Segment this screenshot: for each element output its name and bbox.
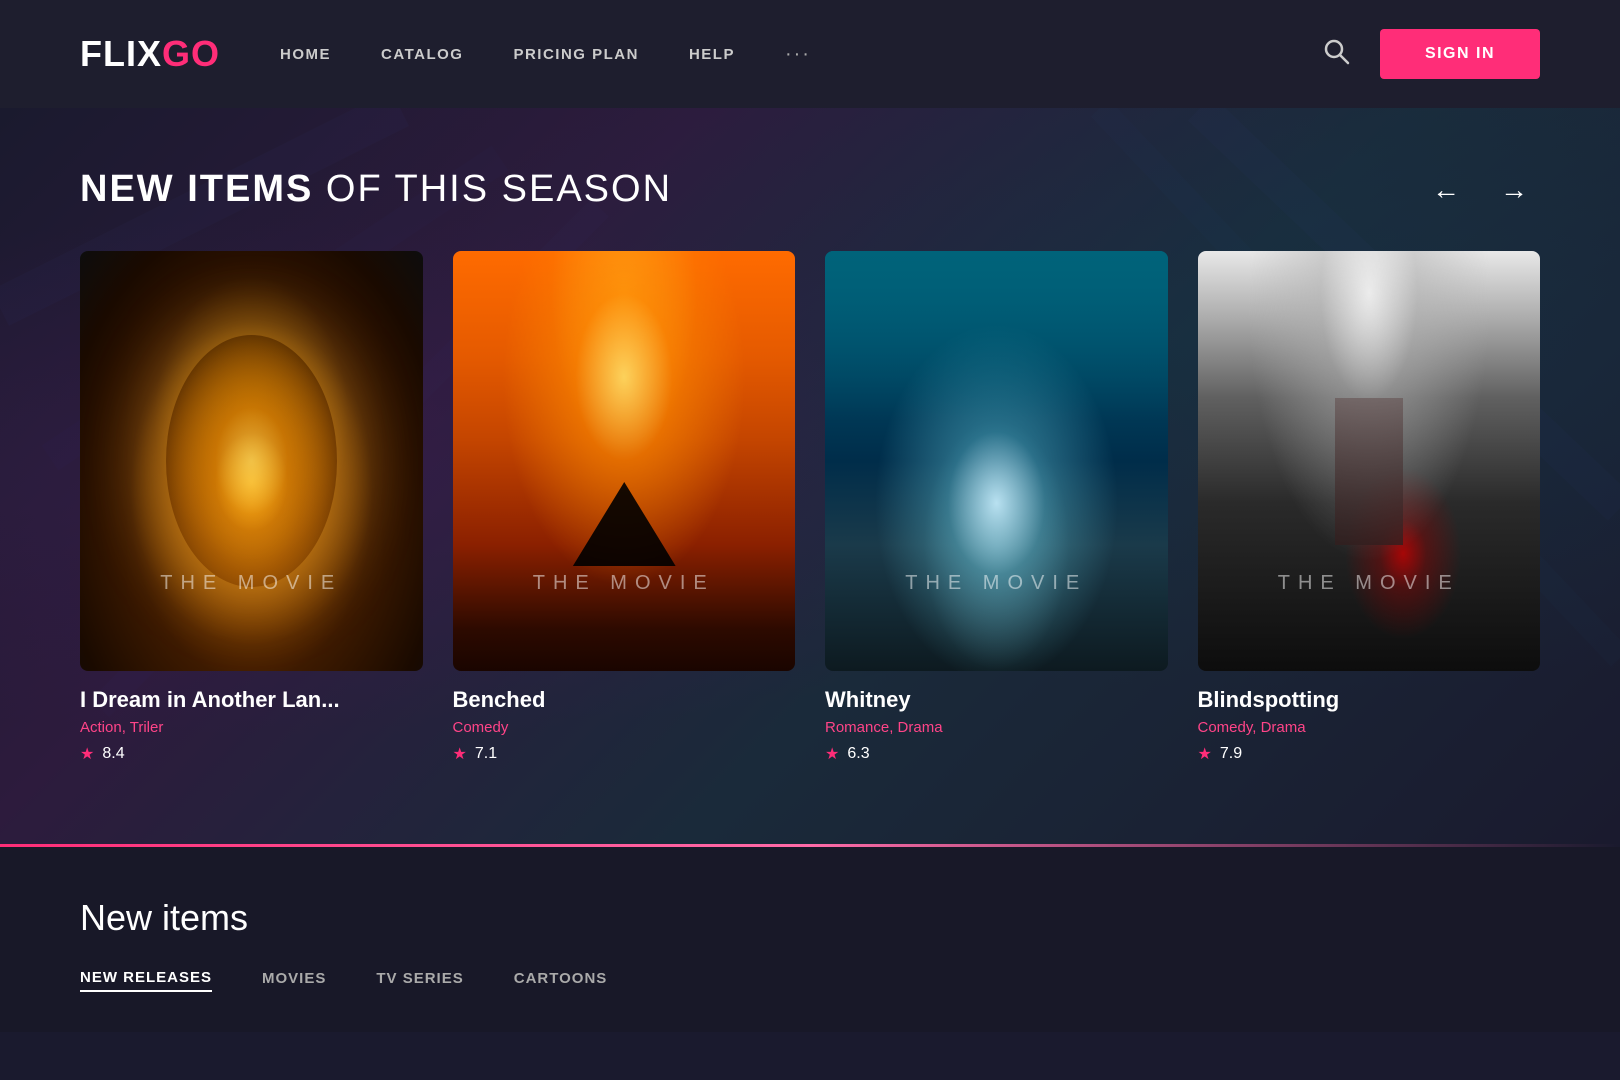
new-items-section: New items NEW RELEASES MOVIES TV SERIES … — [0, 847, 1620, 1032]
cards-grid: THE MOVIE I Dream in Another Lan... Acti… — [80, 251, 1540, 764]
nav-home[interactable]: HOME — [280, 46, 331, 63]
poster-bg-3 — [825, 251, 1168, 671]
movie-card-4[interactable]: THE MOVIE Blindspotting Comedy, Drama ★ … — [1198, 251, 1541, 764]
hero-section: NEW ITEMS OF THIS SEASON ← → THE MOVIE I… — [0, 108, 1620, 844]
nav-catalog[interactable]: CATALOG — [381, 46, 463, 63]
card-watermark-1: THE MOVIE — [80, 572, 423, 595]
card-watermark-2: THE MOVIE — [453, 572, 796, 595]
poster-bg-2 — [453, 251, 796, 671]
section-title: NEW ITEMS OF THIS SEASON — [80, 168, 672, 211]
header-left: FLIXGO HOME CATALOG PRICING PLAN HELP ··… — [80, 33, 811, 75]
nav: HOME CATALOG PRICING PLAN HELP ··· — [280, 43, 811, 66]
new-items-tabs: NEW RELEASES MOVIES TV SERIES CARTOONS — [80, 969, 1540, 992]
card-genres-2: Comedy — [453, 719, 796, 736]
nav-help[interactable]: HELP — [689, 46, 735, 63]
signin-button[interactable]: SIGN IN — [1380, 29, 1540, 79]
movie-card-3[interactable]: THE MOVIE Whitney Romance, Drama ★ 6.3 — [825, 251, 1168, 764]
rating-value-3: 6.3 — [847, 745, 869, 763]
card-rating-4: ★ 7.9 — [1198, 744, 1541, 764]
header: FLIXGO HOME CATALOG PRICING PLAN HELP ··… — [0, 0, 1620, 108]
rating-value-1: 8.4 — [102, 745, 124, 763]
card-poster-1: THE MOVIE — [80, 251, 423, 671]
movie-card-2[interactable]: THE MOVIE Benched Comedy ★ 7.1 — [453, 251, 796, 764]
poster-bg-4 — [1198, 251, 1541, 671]
star-icon-2: ★ — [453, 744, 467, 764]
search-button[interactable] — [1322, 37, 1350, 72]
star-icon-1: ★ — [80, 744, 94, 764]
tab-movies[interactable]: MOVIES — [262, 970, 326, 991]
card-watermark-4: THE MOVIE — [1198, 572, 1541, 595]
tab-cartoons[interactable]: CARTOONS — [514, 970, 608, 991]
movie-card-1[interactable]: THE MOVIE I Dream in Another Lan... Acti… — [80, 251, 423, 764]
card-title-4: Blindspotting — [1198, 687, 1541, 713]
card-title-2: Benched — [453, 687, 796, 713]
prev-arrow-button[interactable]: ← — [1420, 170, 1472, 210]
logo-go: GO — [162, 33, 220, 74]
search-icon — [1322, 37, 1350, 65]
rating-value-4: 7.9 — [1220, 745, 1242, 763]
rating-value-2: 7.1 — [475, 745, 497, 763]
card-rating-2: ★ 7.1 — [453, 744, 796, 764]
header-right: SIGN IN — [1322, 29, 1540, 79]
section-title-light: OF THIS SEASON — [313, 168, 672, 210]
next-arrow-button[interactable]: → — [1488, 170, 1540, 210]
hero-section-header: NEW ITEMS OF THIS SEASON ← → — [80, 168, 1540, 211]
section-title-bold: NEW ITEMS — [80, 168, 313, 210]
nav-pricing[interactable]: PRICING PLAN — [513, 46, 639, 63]
nav-arrows: ← → — [1420, 170, 1540, 210]
card-poster-3: THE MOVIE — [825, 251, 1168, 671]
card-title-3: Whitney — [825, 687, 1168, 713]
card-poster-2: THE MOVIE — [453, 251, 796, 671]
card-rating-3: ★ 6.3 — [825, 744, 1168, 764]
card-rating-1: ★ 8.4 — [80, 744, 423, 764]
tab-new-releases[interactable]: NEW RELEASES — [80, 969, 212, 992]
card-watermark-3: THE MOVIE — [825, 572, 1168, 595]
star-icon-3: ★ — [825, 744, 839, 764]
logo: FLIXGO — [80, 33, 220, 75]
card-poster-4: THE MOVIE — [1198, 251, 1541, 671]
new-items-title: New items — [80, 897, 1540, 939]
nav-more[interactable]: ··· — [785, 43, 811, 66]
card-genres-1: Action, Triler — [80, 719, 423, 736]
card-title-1: I Dream in Another Lan... — [80, 687, 423, 713]
poster-bg-1 — [80, 251, 423, 671]
card-genres-3: Romance, Drama — [825, 719, 1168, 736]
card-genres-4: Comedy, Drama — [1198, 719, 1541, 736]
logo-flix: FLIX — [80, 33, 162, 74]
star-icon-4: ★ — [1198, 744, 1212, 764]
tab-tv-series[interactable]: TV SERIES — [376, 970, 463, 991]
